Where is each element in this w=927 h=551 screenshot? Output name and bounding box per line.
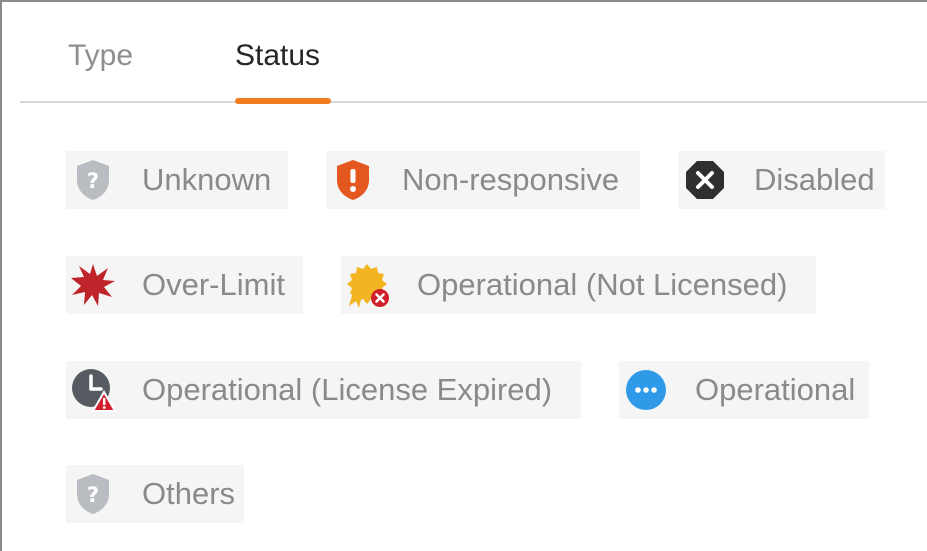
status-filter-panel: Type Status ? Unknown Non-responsive Dis… bbox=[0, 0, 927, 551]
status-chip-others[interactable]: ? Others bbox=[66, 465, 244, 523]
status-chip-operational-not-licensed[interactable]: Operational (Not Licensed) bbox=[341, 256, 816, 314]
svg-text:?: ? bbox=[87, 483, 99, 507]
tab-type[interactable]: Type bbox=[68, 36, 133, 76]
x-octagon-icon bbox=[682, 157, 728, 203]
status-chip-operational-license-expired[interactable]: Operational (License Expired) bbox=[66, 361, 581, 419]
status-label: Operational bbox=[695, 372, 856, 407]
status-chip-operational[interactable]: Operational bbox=[619, 361, 869, 419]
status-chip-over-limit[interactable]: Over-Limit bbox=[66, 256, 303, 314]
status-label: Others bbox=[142, 476, 236, 511]
ellipsis-circle-icon bbox=[623, 367, 669, 413]
status-chip-unknown[interactable]: ? Unknown bbox=[66, 151, 288, 209]
status-label: Over-Limit bbox=[142, 267, 285, 302]
status-chip-non-responsive[interactable]: Non-responsive bbox=[326, 151, 640, 209]
active-tab-indicator bbox=[235, 98, 331, 104]
question-shield-icon: ? bbox=[70, 471, 116, 517]
question-shield-icon: ? bbox=[70, 157, 116, 203]
exclamation-shield-icon bbox=[330, 157, 376, 203]
svg-text:?: ? bbox=[87, 169, 99, 193]
clock-warning-icon bbox=[70, 367, 116, 413]
status-label: Operational (Not Licensed) bbox=[417, 267, 788, 302]
status-label: Non-responsive bbox=[402, 162, 620, 197]
status-label: Disabled bbox=[754, 162, 875, 197]
status-chip-disabled[interactable]: Disabled bbox=[678, 151, 885, 209]
burst-star-icon bbox=[70, 262, 116, 308]
tab-status[interactable]: Status bbox=[235, 36, 320, 76]
status-label: Operational (License Expired) bbox=[142, 372, 553, 407]
status-label: Unknown bbox=[142, 162, 272, 197]
tab-divider bbox=[20, 101, 927, 103]
badge-x-icon bbox=[345, 262, 391, 308]
tab-bar: Type Status bbox=[2, 2, 927, 104]
